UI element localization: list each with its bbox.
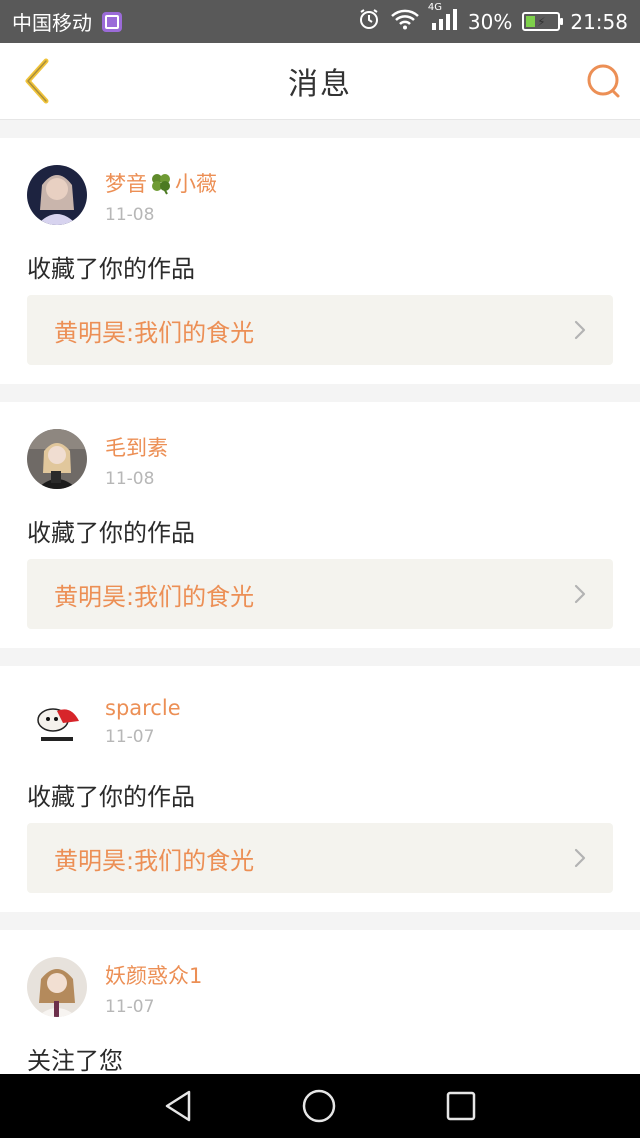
page-title: 消息 (288, 67, 352, 102)
user-meta: sparcle 11-07 (105, 696, 181, 747)
work-title: 黄明昊:我们的食光 (54, 318, 255, 347)
action-text: 关注了您 (27, 1047, 123, 1075)
search-button[interactable] (582, 59, 626, 103)
action-text: 收藏了你的作品 (27, 255, 195, 283)
work-link[interactable]: 黄明昊:我们的食光 (27, 823, 613, 893)
wifi-icon (390, 8, 420, 35)
triangle-back-icon (165, 1090, 191, 1122)
status-bar: 中国移动 4G 30% ⚡ 21:58 (0, 0, 640, 43)
chevron-right-icon (574, 848, 586, 868)
message-date: 11-08 (105, 469, 155, 489)
message-list: 梦音 小薇 11-08 收藏了你的作品 黄明昊:我们的食光 毛到素 11-08 … (0, 138, 640, 1138)
back-button[interactable] (14, 57, 62, 105)
clover-icon (152, 174, 170, 195)
message-user[interactable]: 梦音 小薇 11-08 (27, 165, 217, 225)
avatar[interactable] (27, 429, 87, 489)
charging-bolt-icon: ⚡ (537, 14, 546, 29)
battery-percent: 30% (467, 9, 513, 34)
user-meta: 妖颜惑众1 11-07 (105, 960, 202, 1017)
message-card: 毛到素 11-08 收藏了你的作品 黄明昊:我们的食光 (0, 402, 640, 648)
app-header: 消息 (0, 43, 640, 120)
username[interactable]: 妖颜惑众1 (105, 960, 202, 990)
username[interactable]: sparcle (105, 696, 181, 720)
clock: 21:58 (570, 9, 628, 34)
action-text: 收藏了你的作品 (27, 783, 195, 811)
network-type-label: 4G (427, 2, 443, 13)
message-user[interactable]: sparcle 11-07 (27, 693, 181, 753)
message-card: 梦音 小薇 11-08 收藏了你的作品 黄明昊:我们的食光 (0, 138, 640, 384)
message-date: 11-07 (105, 727, 155, 747)
search-icon (587, 64, 620, 98)
username[interactable]: 梦音 小薇 (105, 168, 217, 198)
nav-back-button[interactable] (160, 1088, 196, 1124)
battery-fill (526, 16, 536, 27)
username[interactable]: 毛到素 (105, 432, 168, 462)
chevron-left-icon (25, 58, 49, 104)
notification-app-icon (102, 11, 122, 32)
system-nav-bar (0, 1074, 640, 1138)
chevron-right-icon (574, 320, 586, 340)
message-card: sparcle 11-07 收藏了你的作品 黄明昊:我们的食光 (0, 666, 640, 912)
avatar[interactable] (27, 693, 87, 753)
circle-home-icon (302, 1089, 336, 1123)
message-user[interactable]: 妖颜惑众1 11-07 (27, 957, 202, 1017)
status-indicators: 4G 30% ⚡ 21:58 (358, 2, 628, 35)
battery-icon: ⚡ (522, 12, 564, 31)
square-recents-icon (446, 1091, 476, 1121)
avatar[interactable] (27, 957, 87, 1017)
chevron-right-icon (574, 584, 586, 604)
cell-signal-icon: 4G (428, 2, 458, 35)
avatar[interactable] (27, 165, 87, 225)
user-meta: 梦音 小薇 11-08 (105, 168, 217, 225)
work-title: 黄明昊:我们的食光 (54, 846, 255, 875)
nav-recents-button[interactable] (443, 1088, 479, 1124)
nav-home-button[interactable] (301, 1088, 337, 1124)
message-date: 11-07 (105, 997, 155, 1017)
action-text: 收藏了你的作品 (27, 519, 195, 547)
message-user[interactable]: 毛到素 11-08 (27, 429, 168, 489)
message-date: 11-08 (105, 205, 155, 225)
work-link[interactable]: 黄明昊:我们的食光 (27, 295, 613, 365)
alarm-icon (358, 8, 380, 35)
work-title: 黄明昊:我们的食光 (54, 582, 255, 611)
carrier-label: 中国移动 (12, 11, 92, 35)
work-link[interactable]: 黄明昊:我们的食光 (27, 559, 613, 629)
user-meta: 毛到素 11-08 (105, 432, 168, 489)
